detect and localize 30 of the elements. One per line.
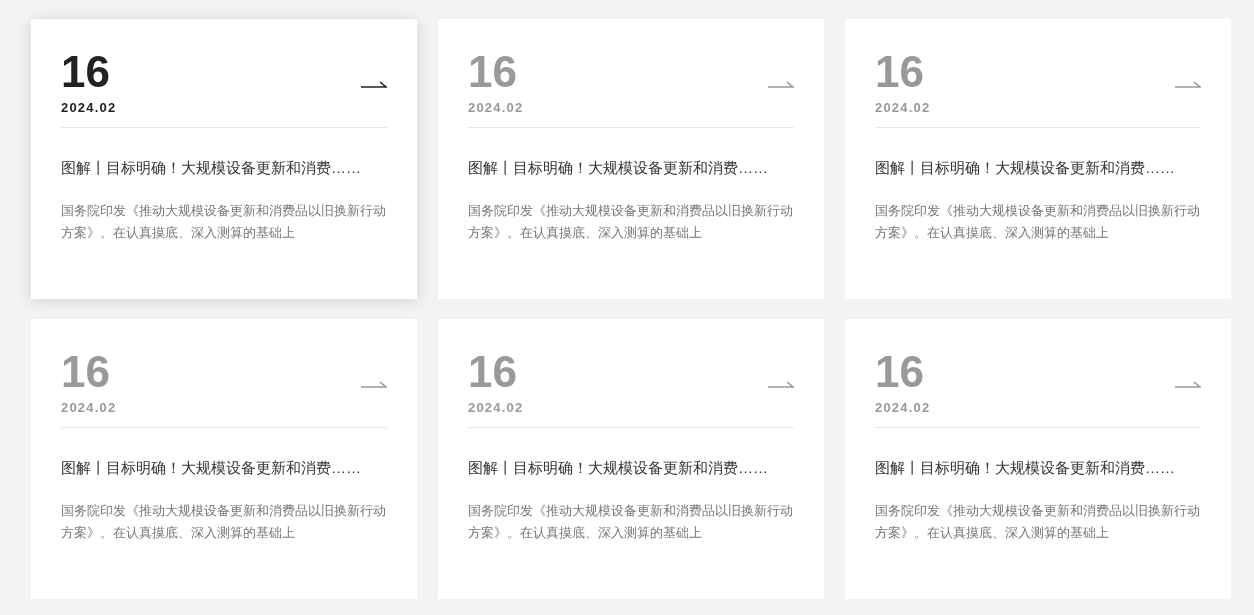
date-month: 2024.02 (468, 100, 524, 115)
news-title[interactable]: 图解丨目标明确！大规模设备更新和消费…… (468, 459, 794, 478)
date-month: 2024.02 (875, 400, 931, 415)
news-summary: 国务院印发《推动大规模设备更新和消费品以旧换新行动方案》。在认真摸底、深入测算的基础上 (468, 202, 794, 242)
date-day: 16 (61, 49, 117, 95)
date-month: 2024.02 (875, 100, 931, 115)
date-day: 16 (61, 349, 117, 395)
news-summary: 国务院印发《推动大规模设备更新和消费品以旧换新行动方案》。在认真摸底、深入测算的基础上 (468, 502, 794, 542)
date-day: 16 (875, 349, 931, 395)
news-title[interactable]: 图解丨目标明确！大规模设备更新和消费…… (875, 159, 1201, 178)
news-title[interactable]: 图解丨目标明确！大规模设备更新和消费…… (875, 459, 1201, 478)
date-month: 2024.02 (61, 400, 117, 415)
date-month: 2024.02 (61, 100, 117, 115)
date-day: 16 (875, 49, 931, 95)
news-card[interactable]: 16 2024.02 图解丨目标明确！大规模设备更新和消费…… 国务院印发《推动大规模设备更新和消费品以旧换新行动方案》。在认真摸底、深入测算的基础上 (31, 19, 417, 299)
news-summary: 国务院印发《推动大规模设备更新和消费品以旧换新行动方案》。在认真摸底、深入测算的基础上 (61, 202, 387, 242)
date-day: 16 (468, 349, 524, 395)
news-card[interactable]: 16 2024.02 图解丨目标明确！大规模设备更新和消费…… 国务院印发《推动大规模设备更新和消费品以旧换新行动方案》。在认真摸底、深入测算的基础上 (845, 19, 1231, 299)
news-title[interactable]: 图解丨目标明确！大规模设备更新和消费…… (61, 459, 387, 478)
news-card[interactable]: 16 2024.02 图解丨目标明确！大规模设备更新和消费…… 国务院印发《推动大规模设备更新和消费品以旧换新行动方案》。在认真摸底、深入测算的基础上 (31, 319, 417, 599)
news-summary: 国务院印发《推动大规模设备更新和消费品以旧换新行动方案》。在认真摸底、深入测算的基础上 (875, 202, 1201, 242)
news-card[interactable]: 16 2024.02 图解丨目标明确！大规模设备更新和消费…… 国务院印发《推动大规模设备更新和消费品以旧换新行动方案》。在认真摸底、深入测算的基础上 (438, 319, 824, 599)
news-title[interactable]: 图解丨目标明确！大规模设备更新和消费…… (61, 159, 387, 178)
news-summary: 国务院印发《推动大规模设备更新和消费品以旧换新行动方案》。在认真摸底、深入测算的基础上 (875, 502, 1201, 542)
date-month: 2024.02 (468, 400, 524, 415)
news-card[interactable]: 16 2024.02 图解丨目标明确！大规模设备更新和消费…… 国务院印发《推动大规模设备更新和消费品以旧换新行动方案》。在认真摸底、深入测算的基础上 (438, 19, 824, 299)
news-summary: 国务院印发《推动大规模设备更新和消费品以旧换新行动方案》。在认真摸底、深入测算的基础上 (61, 502, 387, 542)
date-day: 16 (468, 49, 524, 95)
news-card[interactable]: 16 2024.02 图解丨目标明确！大规模设备更新和消费…… 国务院印发《推动大规模设备更新和消费品以旧换新行动方案》。在认真摸底、深入测算的基础上 (845, 319, 1231, 599)
news-title[interactable]: 图解丨目标明确！大规模设备更新和消费…… (468, 159, 794, 178)
